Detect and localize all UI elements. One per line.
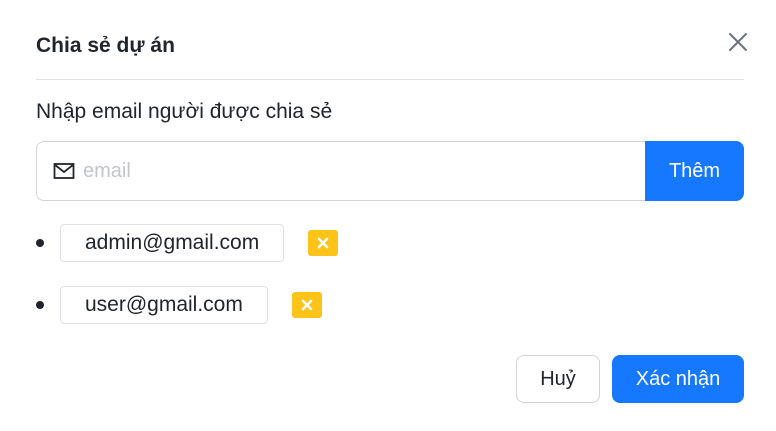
email-input-wrapper[interactable] [36,141,645,201]
bullet [36,301,44,309]
close-icon [317,237,329,249]
list-item: admin@gmail.com [36,224,339,262]
email-prompt-label: Nhập email người được chia sẻ [36,100,333,123]
add-email-button[interactable]: Thêm [645,141,744,201]
email-chip: user@gmail.com [60,286,268,324]
email-input-group: Thêm [36,141,744,201]
list-item: user@gmail.com [36,286,322,324]
share-project-dialog: Chia sẻ dự án Nhập email người được chia… [0,0,776,431]
remove-email-button[interactable] [308,230,339,256]
mail-icon [53,160,75,182]
close-button[interactable] [724,28,752,56]
bullet [36,239,44,247]
email-input[interactable] [81,158,585,184]
header-divider [36,79,744,80]
dialog-title: Chia sẻ dự án [36,34,175,57]
close-icon [301,299,313,311]
email-chip: admin@gmail.com [60,224,285,262]
cancel-button[interactable]: Huỷ [516,355,600,403]
remove-email-button[interactable] [291,292,322,318]
confirm-button[interactable]: Xác nhận [612,355,744,403]
close-icon [729,33,747,51]
